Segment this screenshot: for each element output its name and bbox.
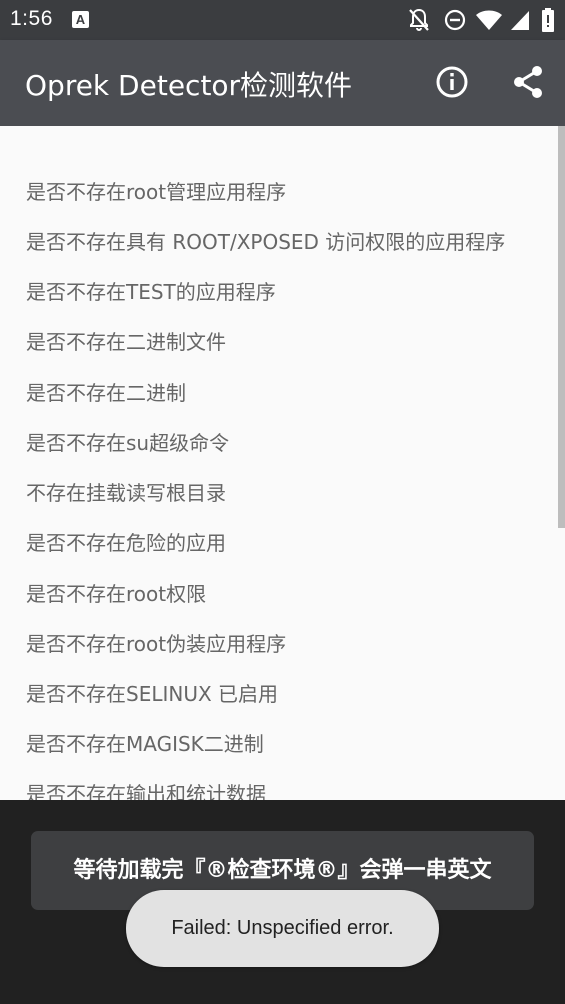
check-item[interactable]: 是否不存在su超级命令 (26, 427, 229, 456)
check-item[interactable]: 是否不存在root伪装应用程序 (26, 628, 286, 657)
check-list[interactable]: 是否不存在root管理应用程序 是否不存在具有 ROOT/XPOSED 访问权限… (0, 126, 565, 800)
share-icon (514, 66, 542, 98)
share-button[interactable] (510, 64, 546, 100)
status-time: 1:56 (10, 7, 53, 30)
info-icon (436, 66, 468, 98)
check-item[interactable]: 是否不存在具有 ROOT/XPOSED 访问权限的应用程序 (26, 226, 505, 255)
check-item[interactable]: 是否不存在二进制 (26, 377, 186, 406)
check-item[interactable]: 是否不存在SELINUX 已启用 (26, 678, 278, 707)
battery-icon (542, 8, 554, 32)
check-item[interactable]: 是否不存在危险的应用 (26, 527, 226, 556)
list-scrollbar[interactable] (558, 126, 565, 528)
check-item[interactable]: 不存在挂载读写根目录 (26, 477, 226, 506)
app-toolbar: Oprek Detector检测软件 (0, 40, 565, 126)
signal-icon (511, 11, 529, 30)
status-bar: 1:56 A (0, 0, 565, 40)
notification-off-icon (409, 8, 429, 31)
status-icons (407, 7, 557, 33)
info-button[interactable] (434, 64, 470, 100)
check-item[interactable]: 是否不存在root权限 (26, 578, 206, 607)
error-toast: Failed: Unspecified error. (126, 890, 439, 967)
do-not-disturb-icon (444, 9, 466, 31)
notification-app-icon: A (72, 11, 89, 28)
check-item[interactable]: 是否不存在输出和统计数据 (26, 778, 266, 800)
app-title: Oprek Detector检测软件 (25, 69, 353, 102)
check-item[interactable]: 是否不存在MAGISK二进制 (26, 728, 264, 757)
check-item[interactable]: 是否不存在二进制文件 (26, 326, 226, 355)
check-item[interactable]: 是否不存在root管理应用程序 (26, 176, 286, 205)
wifi-icon (476, 10, 502, 30)
check-item[interactable]: 是否不存在TEST的应用程序 (26, 276, 276, 305)
